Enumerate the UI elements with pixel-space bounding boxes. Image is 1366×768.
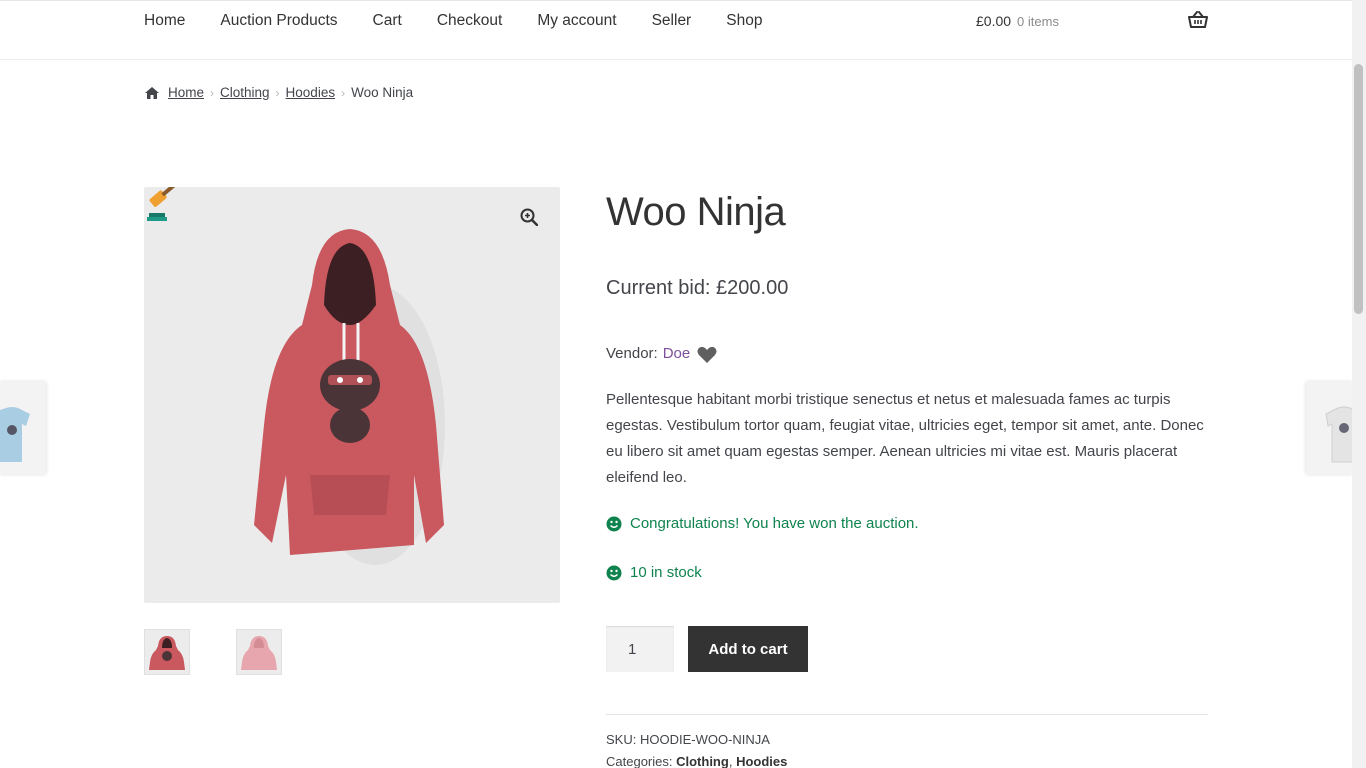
hoodie-thumbnail: [241, 636, 277, 670]
nav-shop[interactable]: Shop: [726, 11, 762, 31]
vendor-label: Vendor:: [606, 344, 658, 362]
zoom-in-icon[interactable]: [520, 208, 538, 226]
basket-icon[interactable]: [1188, 11, 1208, 29]
vendor-info: Vendor: Doe: [606, 341, 718, 365]
auction-won-notice: Congratulations! You have won the auctio…: [606, 515, 919, 532]
nav-seller[interactable]: Seller: [652, 11, 692, 31]
smile-icon: [606, 565, 622, 580]
stock-status: 10 in stock: [606, 564, 702, 581]
breadcrumb-separator: ›: [275, 86, 280, 100]
site-header: Home Auction Products Cart Checkout My a…: [0, 0, 1352, 60]
cart-count: 0 items: [1017, 14, 1059, 29]
nav-cart[interactable]: Cart: [373, 11, 402, 31]
nav-my-account[interactable]: My account: [537, 11, 616, 31]
primary-navigation: Home Auction Products Cart Checkout My a…: [144, 11, 797, 31]
sku-label: SKU:: [606, 732, 637, 747]
hoodie-image: [254, 229, 445, 565]
hoodie-thumbnail: [149, 636, 185, 670]
category-link-hoodies[interactable]: Hoodies: [736, 754, 787, 768]
current-bid: Current bid: £200.00: [606, 277, 789, 299]
product-categories: Categories: Clothing, Hoodies: [606, 754, 787, 768]
gavel-icon: [147, 187, 177, 221]
auction-won-text: Congratulations! You have won the auctio…: [630, 515, 919, 532]
breadcrumb-separator: ›: [210, 86, 215, 100]
breadcrumb-current: Woo Ninja: [351, 85, 414, 100]
categories-label: Categories:: [606, 754, 673, 768]
gallery-thumbnail-1[interactable]: [144, 629, 190, 675]
breadcrumb: Home › Clothing › Hoodies › Woo Ninja: [144, 84, 413, 102]
quantity-input[interactable]: [606, 626, 674, 672]
add-to-cart-button[interactable]: Add to cart: [688, 626, 808, 672]
breadcrumb-home[interactable]: Home: [168, 84, 204, 102]
home-icon: [145, 87, 159, 99]
previous-product-thumbnail: [0, 407, 30, 462]
previous-product-link[interactable]: [0, 382, 46, 474]
scrollbar-thumb[interactable]: [1354, 64, 1363, 314]
nav-home[interactable]: Home: [144, 11, 185, 31]
smile-icon: [606, 516, 622, 531]
cart-total: £0.00: [976, 13, 1012, 29]
divider: [606, 714, 1208, 715]
product-short-description: Pellentesque habitant morbi tristique se…: [606, 391, 1204, 486]
header-cart-link[interactable]: £0.00 0 items: [976, 11, 1059, 32]
product-title: Woo Ninja: [606, 190, 786, 234]
breadcrumb-hoodies[interactable]: Hoodies: [286, 84, 336, 102]
category-link-clothing[interactable]: Clothing: [676, 754, 729, 768]
stock-text: 10 in stock: [630, 564, 702, 581]
next-product-thumbnail: [1325, 406, 1359, 463]
sku-value: HOODIE-WOO-NINJA: [639, 732, 770, 747]
product-sku: SKU: HOODIE-WOO-NINJA: [606, 732, 770, 747]
nav-checkout[interactable]: Checkout: [437, 11, 502, 31]
gallery-thumbnail-2[interactable]: [236, 629, 282, 675]
heart-icon[interactable]: [696, 345, 718, 365]
vendor-link[interactable]: Doe: [663, 345, 691, 362]
nav-auction-products[interactable]: Auction Products: [220, 11, 337, 31]
next-product-link[interactable]: [1306, 382, 1359, 474]
breadcrumb-separator: ›: [341, 86, 346, 100]
category-separator: ,: [728, 754, 733, 768]
breadcrumb-clothing[interactable]: Clothing: [220, 84, 270, 102]
